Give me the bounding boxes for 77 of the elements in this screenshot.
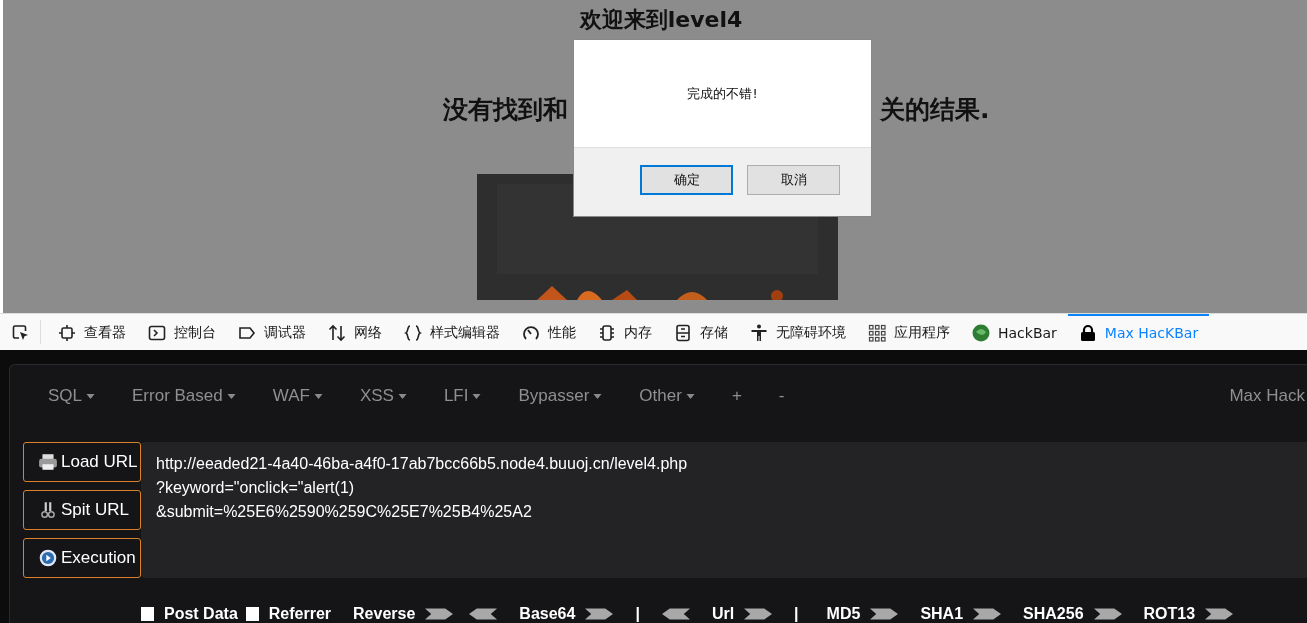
braces-icon <box>404 324 422 342</box>
encoding-button[interactable]: SHA256 <box>1009 605 1086 623</box>
console-icon <box>148 324 166 342</box>
separator-text: | <box>794 605 799 623</box>
checkbox[interactable] <box>141 607 154 621</box>
result-text: 没有找到和 <box>443 94 568 126</box>
encoding-button[interactable]: Url <box>697 605 737 623</box>
action-button[interactable]: Execution <box>23 538 141 578</box>
caret-icon <box>397 393 407 399</box>
action-button[interactable]: Spit URL <box>23 490 141 530</box>
devtools-tab[interactable]: 网络 <box>317 314 393 350</box>
menu-item[interactable]: - <box>778 386 785 406</box>
encoding-button[interactable]: Base64 <box>505 605 578 623</box>
menu-item[interactable]: LFI <box>443 386 482 406</box>
ok-button[interactable]: 确定 <box>640 165 733 195</box>
chevron-left-icon[interactable] <box>661 608 690 620</box>
cabinet-icon <box>674 324 692 342</box>
menu-item[interactable]: + <box>731 386 742 406</box>
menu-item[interactable]: WAF <box>272 386 323 406</box>
caret-icon <box>226 393 236 399</box>
devtools-tab[interactable]: 性能 <box>511 314 587 350</box>
devtools-tab[interactable]: 应用程序 <box>857 314 961 350</box>
chevron-right-icon[interactable] <box>585 608 614 620</box>
chevron-right-icon[interactable] <box>1093 608 1122 620</box>
action-button[interactable]: Load URL <box>23 442 141 482</box>
chevron-right-icon[interactable] <box>425 608 454 620</box>
chip-icon <box>598 324 616 342</box>
cursor-icon <box>12 324 30 342</box>
checkbox-label: Referrer <box>268 605 332 623</box>
menu-item[interactable]: Other <box>639 386 695 406</box>
menu-item[interactable]: XSS <box>359 386 407 406</box>
gauge-icon <box>522 324 540 342</box>
chevron-left-icon[interactable] <box>469 608 498 620</box>
devtools-tab[interactable]: 样式编辑器 <box>393 314 511 350</box>
cancel-button[interactable]: 取消 <box>747 165 840 195</box>
dialog-message: 完成的不错! <box>687 84 758 103</box>
arrows-icon <box>328 324 346 342</box>
devtools-tab[interactable]: Max HacKBar <box>1067 314 1210 350</box>
frame-icon <box>58 324 76 342</box>
scissors-icon <box>38 501 58 519</box>
encoding-button[interactable]: Reverse <box>339 605 418 623</box>
devtools-tab[interactable]: HackBar <box>961 314 1068 350</box>
encoding-button[interactable]: SHA1 <box>906 605 966 623</box>
devtools-tab[interactable]: 查看器 <box>47 314 137 350</box>
grid-icon <box>868 324 886 342</box>
play-icon <box>38 549 58 567</box>
encoding-button[interactable]: MD5 <box>812 605 863 623</box>
caret-icon <box>472 393 482 399</box>
caret-icon <box>313 393 323 399</box>
page-heading: 欢迎来到level4 <box>579 6 743 34</box>
devtools-tab[interactable]: 调试器 <box>227 314 317 350</box>
chevron-right-icon[interactable] <box>1205 608 1234 620</box>
separator-text: | <box>635 605 640 623</box>
caret-icon <box>685 393 695 399</box>
checkbox-label: Post Data <box>164 605 238 623</box>
chevron-right-icon[interactable] <box>870 608 899 620</box>
brand-title: Max Hack <box>1229 386 1305 406</box>
chevron-right-icon[interactable] <box>973 608 1002 620</box>
caret-icon <box>593 393 603 399</box>
chevron-right-icon[interactable] <box>744 608 773 620</box>
encoding-button[interactable]: ROT13 <box>1129 605 1198 623</box>
devtools-tab[interactable]: 存储 <box>663 314 739 350</box>
lock-icon <box>1078 324 1097 342</box>
ball-icon <box>972 324 990 342</box>
person-icon <box>750 324 768 342</box>
menu-item[interactable]: Error Based <box>132 386 236 406</box>
url-textarea[interactable]: http://eeaded21-4a40-46ba-a4f0-17ab7bcc66b5.node4.buuoj.cn/level4.php ?keyword="onclick="alert(1) &submit=%25E6%2590%259C%25E7%25B4%25A2 <box>141 442 1307 578</box>
result-text: 关的结果. <box>880 94 991 126</box>
checkbox[interactable] <box>245 607 259 621</box>
tag-icon <box>238 324 256 342</box>
devtools-tab[interactable]: 内存 <box>587 314 663 350</box>
menu-item[interactable]: SQL <box>48 386 96 406</box>
printer-icon <box>38 453 58 471</box>
devtools-tab[interactable]: 无障碍环境 <box>739 314 857 350</box>
devtools-tab[interactable]: 控制台 <box>137 314 227 350</box>
caret-icon <box>86 393 96 399</box>
menu-item[interactable]: Bypasser <box>518 386 603 406</box>
